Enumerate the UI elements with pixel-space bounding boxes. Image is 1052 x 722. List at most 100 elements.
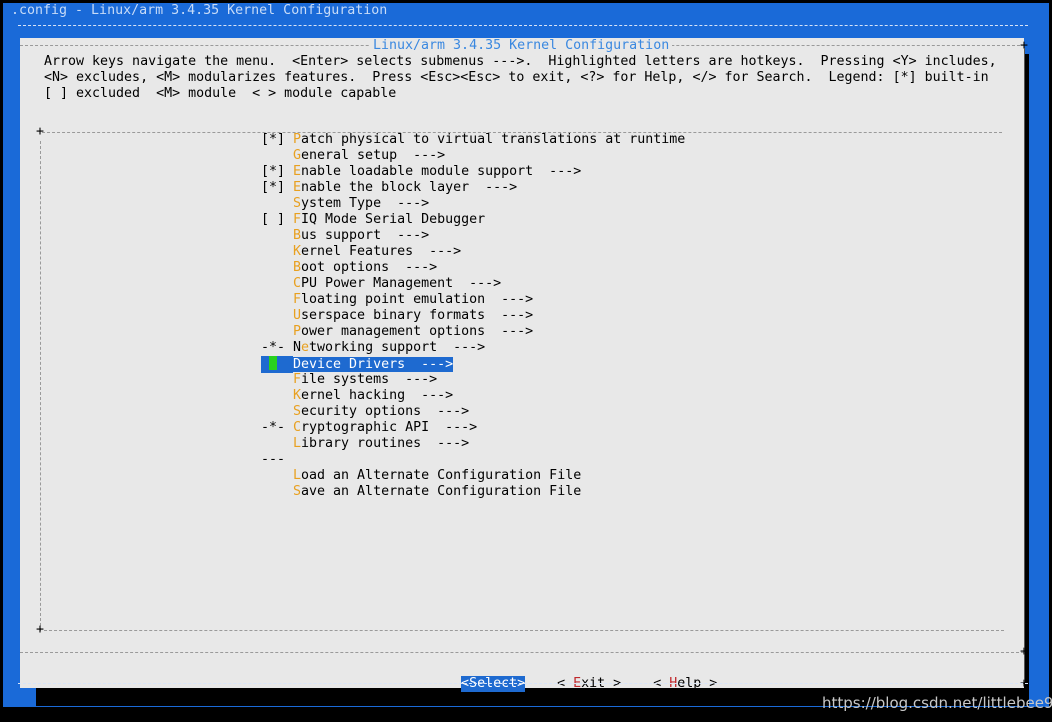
menu-item-hotkey: S xyxy=(293,196,302,211)
menu-item[interactable]: General setup ---> xyxy=(261,148,701,164)
exit-button[interactable]: < Exit > xyxy=(557,676,621,692)
menu-item-prefix: [ ] xyxy=(261,212,286,227)
menu-item[interactable]: [ ] FIQ Mode Serial Debugger xyxy=(261,212,701,228)
terminal-window: .config - Linux/arm 3.4.35 Kernel Config… xyxy=(3,3,1049,707)
menu-item[interactable]: Boot options ---> xyxy=(261,260,701,276)
dialog-right-border xyxy=(1024,48,1025,682)
watermark: https://blog.csdn.net/littlebee90 xyxy=(822,694,1052,712)
menu-item-hotkey: K xyxy=(293,388,302,403)
menu-item-text: ernel Features ---> xyxy=(301,244,462,259)
menu-item-label: Cryptographic API ---> xyxy=(293,420,477,435)
menu-item[interactable]: [*] Enable the block layer ---> xyxy=(261,180,701,196)
menu-item-text: IQ Mode Serial Debugger xyxy=(301,212,486,227)
menu-item-text: us support ---> xyxy=(301,228,430,243)
menu-item-label: General setup ---> xyxy=(293,148,445,163)
help-text: Arrow keys navigate the menu. <Enter> se… xyxy=(44,54,997,102)
menu-item[interactable]: Library routines ---> xyxy=(261,436,701,452)
menu-item: --- xyxy=(261,452,701,468)
menu-item-hotkey: U xyxy=(293,308,302,323)
menu-item-hotkey: S xyxy=(293,404,302,419)
help-line: [ ] excluded <M> module < > module capab… xyxy=(44,86,397,101)
config-dialog: Linux/arm 3.4.35 Kernel Configuration + … xyxy=(20,38,1028,692)
button-bar: <Select> < Exit > < Help > xyxy=(397,660,717,708)
menu-item[interactable]: Load an Alternate Configuration File xyxy=(261,468,701,484)
button-separator xyxy=(20,652,1024,653)
menu-item-label: Boot options ---> xyxy=(293,260,437,275)
menu-item-text: nable the block layer ---> xyxy=(301,180,518,195)
menu-item-hotkey: B xyxy=(293,260,302,275)
menu-item-text: ryptographic API ---> xyxy=(301,420,478,435)
menu-box-corner-bottom-left: + xyxy=(36,622,45,637)
menu-item-label: Userspace binary formats ---> xyxy=(293,308,533,323)
menu-item-text: loating point emulation ---> xyxy=(301,292,534,307)
menu-item-hotkey: C xyxy=(293,276,302,291)
menu-item-prefix: --- xyxy=(261,452,286,467)
menu-item[interactable]: Device Drivers ---> xyxy=(261,356,701,373)
dialog-title: Linux/arm 3.4.35 Kernel Configuration xyxy=(370,38,673,54)
menu-item-hotkey: L xyxy=(293,468,302,483)
menu-item[interactable]: -*- Networking support ---> xyxy=(261,340,701,356)
backtitle-separator xyxy=(18,25,1028,26)
menu-item-text: PU Power Management ---> xyxy=(301,276,502,291)
menu-item[interactable]: Security options ---> xyxy=(261,404,701,420)
menu-item-prefix: [*] xyxy=(261,164,286,179)
menu-item-text: serspace binary formats ---> xyxy=(301,308,534,323)
menu-item-hotkey: L xyxy=(293,436,302,451)
menu-item-text: ernel hacking ---> xyxy=(301,388,454,403)
menu-item[interactable]: File systems ---> xyxy=(261,372,701,388)
menu-item-hotkey: P xyxy=(293,132,302,147)
menu-item[interactable]: Kernel hacking ---> xyxy=(261,388,701,404)
menu-item-hotkey: e xyxy=(301,340,310,355)
select-button[interactable]: <Select> xyxy=(461,676,526,692)
menu-item-label: CPU Power Management ---> xyxy=(293,276,501,291)
terminal-cursor xyxy=(269,356,277,370)
menu-item-hotkey: E xyxy=(293,164,302,179)
menu-item-label: File systems ---> xyxy=(293,372,437,387)
menu-item-hotkey: G xyxy=(293,148,302,163)
menu-item-hotkey: F xyxy=(293,292,302,307)
menu-item-text: eneral setup ---> xyxy=(301,148,446,163)
menu-item-text: atch physical to virtual translations at… xyxy=(301,132,686,147)
menu-item-prefix: [*] xyxy=(261,180,286,195)
menu-item-hotkey: F xyxy=(293,372,302,387)
menu-item-label: Device Drivers ---> xyxy=(293,357,454,372)
menu-item-hotkey: K xyxy=(293,244,302,259)
menu-item-hotkey: P xyxy=(293,324,302,339)
menu-item-label: Kernel Features ---> xyxy=(293,244,461,259)
menu-item-text: oad an Alternate Configuration File xyxy=(301,468,582,483)
menu-item[interactable]: [*] Enable loadable module support ---> xyxy=(261,164,701,180)
menu-item-label: FIQ Mode Serial Debugger xyxy=(293,212,485,227)
menu-item-label: Networking support ---> xyxy=(293,340,485,355)
menu-item[interactable]: CPU Power Management ---> xyxy=(261,276,701,292)
menu-item[interactable]: Kernel Features ---> xyxy=(261,244,701,260)
menu-item-text: ecurity options ---> xyxy=(301,404,470,419)
menu-item-label: Kernel hacking ---> xyxy=(293,388,453,403)
screenshot-frame: .config - Linux/arm 3.4.35 Kernel Config… xyxy=(0,0,1052,722)
menu-item[interactable]: Bus support ---> xyxy=(261,228,701,244)
menu-item[interactable]: Save an Alternate Configuration File xyxy=(261,484,701,500)
menu-item-hotkey: F xyxy=(293,212,302,227)
menu-item[interactable]: Floating point emulation ---> xyxy=(261,292,701,308)
menu-item-label: Bus support ---> xyxy=(293,228,429,243)
menu-box: + + [*] Patch physical to virtual transla… xyxy=(36,124,1004,637)
menu-item-text: evice Drivers ---> xyxy=(301,357,454,372)
outer-bottom-border xyxy=(18,683,1028,684)
menu-item-text: oot options ---> xyxy=(301,260,438,275)
menu-item-hotkey: E xyxy=(293,180,302,195)
menu-item[interactable]: System Type ---> xyxy=(261,196,701,212)
menu-item-label: Library routines ---> xyxy=(293,436,469,451)
menu-item[interactable]: -*- Cryptographic API ---> xyxy=(261,420,701,436)
menu-item-label: Load an Alternate Configuration File xyxy=(293,468,581,483)
menu-box-left-border xyxy=(40,141,41,631)
menu-box-corner-top-left: + xyxy=(36,124,45,139)
dialog-corner-right: + xyxy=(1020,644,1029,659)
menu-item[interactable]: Userspace binary formats ---> xyxy=(261,308,701,324)
menu-item-hotkey: S xyxy=(293,484,302,499)
menu-item[interactable]: Power management options ---> xyxy=(261,324,701,340)
help-button[interactable]: < Help > xyxy=(653,676,717,692)
menu-item-hotkey: C xyxy=(293,420,302,435)
menu-item-label: Enable the block layer ---> xyxy=(293,180,517,195)
menu-item[interactable]: [*] Patch physical to virtual translation… xyxy=(261,132,701,148)
menu-item-label: Power management options ---> xyxy=(293,324,533,339)
help-line: <N> excludes, <M> modularizes features. … xyxy=(44,70,989,85)
